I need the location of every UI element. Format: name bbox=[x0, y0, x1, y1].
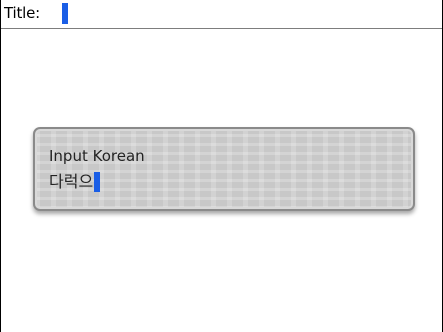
input-value: 다럭으 bbox=[49, 172, 94, 191]
title-field[interactable]: Title: bbox=[1, 0, 442, 29]
korean-input-field[interactable]: 다럭으 bbox=[49, 171, 101, 193]
text-cursor bbox=[62, 3, 68, 24]
korean-input-dialog: Input Korean 다럭으 bbox=[33, 127, 415, 211]
dialog-label: Input Korean bbox=[49, 147, 145, 165]
text-cursor bbox=[94, 172, 101, 192]
screen: Title: Input Korean 다럭으 bbox=[0, 0, 443, 332]
title-label: Title: bbox=[4, 4, 40, 22]
